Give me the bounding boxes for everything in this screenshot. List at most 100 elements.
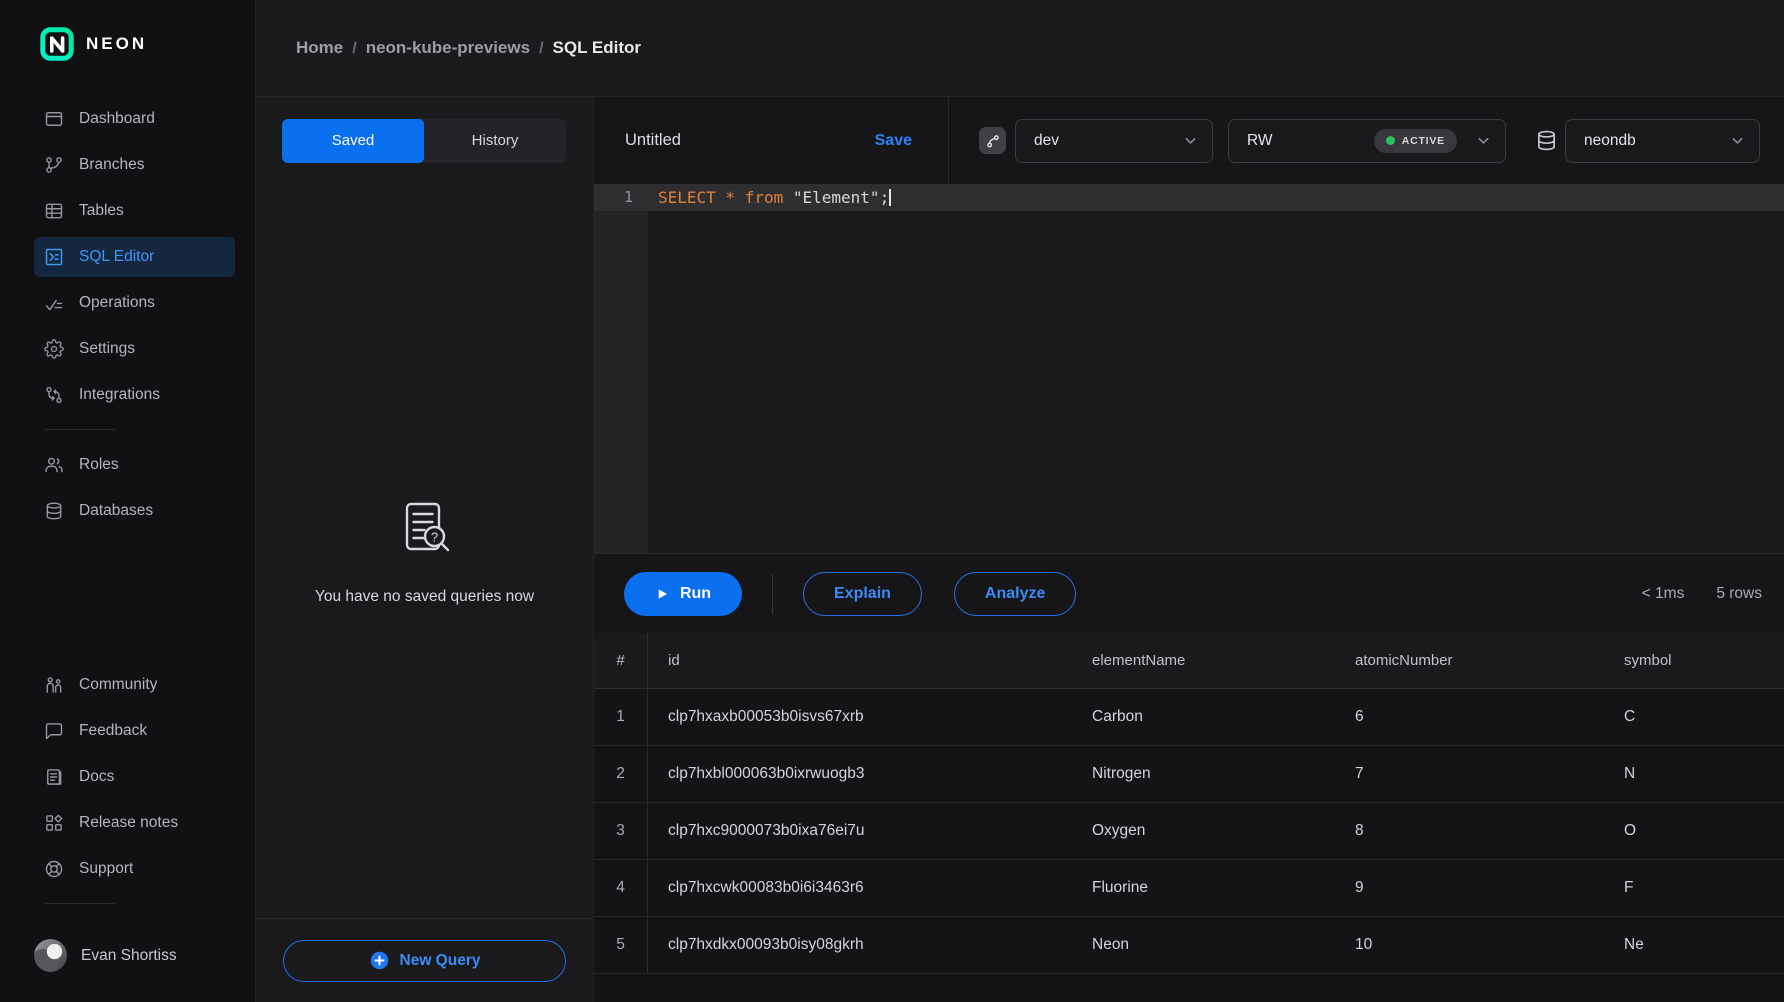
sidebar-item-tables[interactable]: Tables (34, 191, 235, 231)
table-row[interactable]: 1 clp7hxaxb00053b0isvs67xrb Carbon 6 C (594, 689, 1784, 746)
sidebar-item-dashboard[interactable]: Dashboard (34, 99, 235, 139)
play-icon (655, 587, 669, 601)
cell-symbol: Ne (1624, 936, 1784, 954)
chevron-down-icon (1729, 132, 1746, 149)
tab-saved[interactable]: Saved (282, 119, 424, 163)
sidebar-item-label: SQL Editor (79, 248, 154, 266)
branches-icon (44, 155, 64, 175)
compute-select-value: RW (1247, 132, 1273, 150)
save-query-link[interactable]: Save (875, 132, 912, 150)
sidebar-item-databases[interactable]: Databases (34, 491, 235, 531)
sidebar-divider (45, 903, 115, 904)
sidebar-item-label: Release notes (79, 814, 178, 832)
cell-atomicNumber: 7 (1355, 765, 1624, 783)
table-row[interactable]: 5 clp7hxdkx00093b0isy08gkrh Neon 10 Ne (594, 917, 1784, 974)
cell-elementName: Neon (1092, 936, 1355, 954)
compute-status-badge: ACTIVE (1374, 129, 1457, 153)
cell-atomicNumber: 8 (1355, 822, 1624, 840)
run-label: Run (680, 585, 711, 603)
integrations-icon (44, 385, 64, 405)
app-window: NEON Dashboard Branches (0, 0, 1784, 1002)
cell-id: clp7hxbl000063b0ixrwuogb3 (648, 765, 1092, 783)
svg-text:?: ? (430, 530, 437, 545)
neon-logo-icon (40, 27, 74, 61)
content-area: Saved History ? You have no (256, 97, 1784, 1002)
breadcrumb-project[interactable]: neon-kube-previews (366, 38, 530, 57)
tables-icon (44, 201, 64, 221)
breadcrumb-home[interactable]: Home (296, 38, 343, 57)
new-query-label: New Query (400, 952, 481, 970)
sidebar-nav: Dashboard Branches Tables (0, 96, 255, 534)
sidebar-item-support[interactable]: Support (34, 849, 235, 889)
run-button[interactable]: Run (624, 572, 742, 616)
sidebar-item-label: Operations (79, 294, 155, 312)
sidebar-item-label: Docs (79, 768, 114, 786)
cell-symbol: C (1624, 708, 1784, 726)
user-menu[interactable]: Evan Shortiss (34, 939, 235, 972)
sidebar-item-integrations[interactable]: Integrations (34, 375, 235, 415)
queries-tabs: Saved History (282, 119, 566, 163)
column-header-id: id (648, 652, 1092, 669)
table-row[interactable]: 4 clp7hxcwk00083b0i6i3463r6 Fluorine 9 F (594, 860, 1784, 917)
analyze-button[interactable]: Analyze (954, 572, 1076, 616)
breadcrumb: Home/neon-kube-previews/SQL Editor (296, 38, 641, 58)
table-row[interactable]: 3 clp7hxc9000073b0ixa76ei7u Oxygen 8 O (594, 803, 1784, 860)
sidebar-item-community[interactable]: Community (34, 665, 235, 705)
table-row[interactable]: 2 clp7hxbl000063b0ixrwuogb3 Nitrogen 7 N (594, 746, 1784, 803)
row-index: 2 (594, 746, 648, 802)
results-table: # id elementName atomicNumber symbol 1 c… (594, 633, 1784, 1002)
line-number: 1 (594, 184, 648, 211)
explain-button[interactable]: Explain (803, 572, 922, 616)
cell-elementName: Oxygen (1092, 822, 1355, 840)
sidebar-item-operations[interactable]: Operations (34, 283, 235, 323)
sidebar-item-roles[interactable]: Roles (34, 445, 235, 485)
sidebar-spacer (0, 534, 255, 627)
query-actions-bar: Run Explain Analyze < 1ms 5 rows (594, 553, 1784, 633)
query-title[interactable]: Untitled (625, 131, 681, 150)
queries-panel-footer: New Query (256, 918, 593, 1002)
new-query-button[interactable]: New Query (283, 940, 566, 982)
sql-code-editor[interactable]: 1 SELECT * from "Element"; (594, 184, 1784, 553)
operations-icon (44, 293, 64, 313)
brand-name: NEON (86, 34, 147, 54)
active-status-dot (1386, 136, 1395, 145)
sidebar-item-feedback[interactable]: Feedback (34, 711, 235, 751)
sidebar-item-branches[interactable]: Branches (34, 145, 235, 185)
sidebar-divider (45, 429, 115, 430)
sidebar-item-release-notes[interactable]: Release notes (34, 803, 235, 843)
editor-toolbar: Untitled Save dev (594, 97, 1784, 184)
sidebar-item-label: Branches (79, 156, 144, 174)
sidebar-item-label: Integrations (79, 386, 160, 404)
query-title-section: Untitled Save (594, 97, 949, 184)
compute-select[interactable]: RW ACTIVE (1228, 119, 1506, 163)
cell-symbol: F (1624, 879, 1784, 897)
column-header-atomicNumber: atomicNumber (1355, 652, 1624, 669)
branch-icon (979, 127, 1006, 154)
database-select[interactable]: neondb (1565, 119, 1760, 163)
chevron-down-icon (1475, 132, 1492, 149)
editor-gutter (594, 184, 648, 553)
sql-query-line[interactable]: SELECT * from "Element"; (658, 184, 891, 211)
cell-id: clp7hxcwk00083b0i6i3463r6 (648, 879, 1092, 897)
sidebar: NEON Dashboard Branches (0, 0, 256, 1002)
brand-logo[interactable]: NEON (0, 0, 255, 61)
top-header: Home/neon-kube-previews/SQL Editor (256, 0, 1784, 97)
sidebar-item-label: Tables (79, 202, 124, 220)
cell-symbol: O (1624, 822, 1784, 840)
breadcrumb-current-page: SQL Editor (553, 38, 641, 57)
cell-id: clp7hxaxb00053b0isvs67xrb (648, 708, 1092, 726)
tab-history[interactable]: History (424, 119, 566, 163)
sidebar-item-sql-editor[interactable]: SQL Editor (34, 237, 235, 277)
sidebar-item-docs[interactable]: Docs (34, 757, 235, 797)
sidebar-item-label: Community (79, 676, 157, 694)
branch-select[interactable]: dev (1015, 119, 1213, 163)
cell-symbol: N (1624, 765, 1784, 783)
user-name: Evan Shortiss (81, 947, 177, 965)
plus-circle-icon (369, 950, 390, 971)
sidebar-item-settings[interactable]: Settings (34, 329, 235, 369)
row-index: 5 (594, 917, 648, 973)
breadcrumb-separator: / (539, 40, 543, 57)
sidebar-item-label: Feedback (79, 722, 147, 740)
cell-elementName: Carbon (1092, 708, 1355, 726)
cell-id: clp7hxdkx00093b0isy08gkrh (648, 936, 1092, 954)
